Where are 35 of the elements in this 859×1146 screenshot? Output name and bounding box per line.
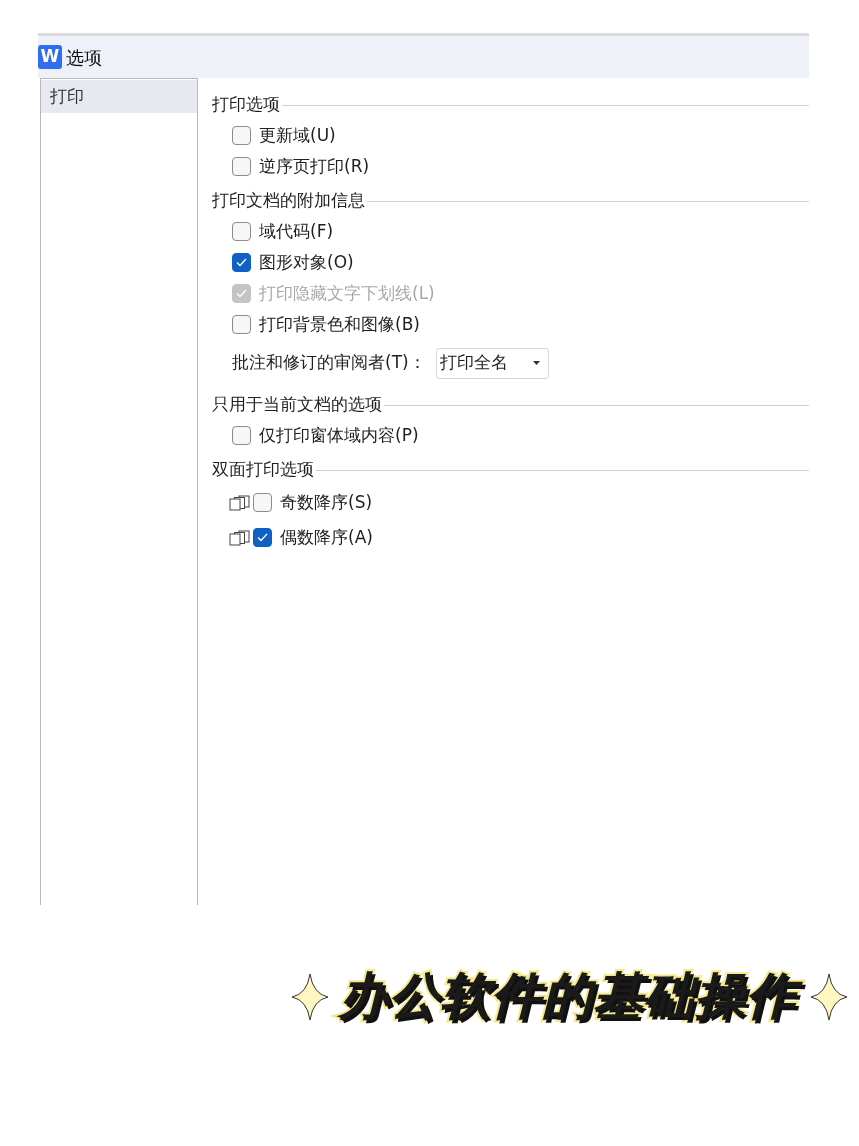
- dropdown-label: 批注和修订的审阅者(T)：: [232, 351, 426, 375]
- checkbox[interactable]: [232, 157, 251, 176]
- section-heading: 打印选项: [212, 93, 280, 117]
- app-logo: W: [38, 45, 62, 69]
- caption-title: 办公软件的基础操作: [330, 960, 809, 1033]
- checkbox[interactable]: [253, 493, 272, 512]
- checkbox-label: 逆序页打印(R): [259, 154, 370, 178]
- section-heading: 打印文档的附加信息: [212, 189, 365, 213]
- checkbox-label: 偶数降序(A): [280, 525, 373, 549]
- check-icon: [236, 258, 247, 267]
- pages-icon: [229, 529, 251, 546]
- checkbox[interactable]: [232, 253, 251, 272]
- sidebar-item[interactable]: 打印: [41, 80, 197, 113]
- checkbox[interactable]: [232, 222, 251, 241]
- checkbox[interactable]: [232, 126, 251, 145]
- checkbox[interactable]: [253, 528, 272, 547]
- checkbox-label: 打印背景色和图像(B): [259, 312, 420, 336]
- check-icon: [236, 289, 247, 298]
- checkbox-label: 图形对象(O): [259, 250, 354, 274]
- checkbox-label: 打印隐藏文字下划线(L): [259, 281, 435, 305]
- checkbox-label: 仅打印窗体域内容(P): [259, 423, 419, 447]
- caret-icon: [532, 361, 540, 365]
- reviewer-dropdown[interactable]: 打印全名: [435, 347, 549, 379]
- checkbox[interactable]: [232, 315, 251, 334]
- sparkle-icon: [809, 971, 849, 1022]
- window-title: 选项: [66, 45, 102, 70]
- checkbox-label: 更新域(U): [259, 123, 336, 147]
- section-heading: 双面打印选项: [212, 458, 314, 482]
- section-heading: 只用于当前文档的选项: [212, 393, 382, 417]
- pages-icon: [229, 494, 251, 511]
- checkbox[interactable]: [232, 426, 251, 445]
- sparkle-icon: [290, 971, 330, 1022]
- checkbox-label: 奇数降序(S): [280, 490, 373, 514]
- check-icon: [257, 533, 268, 542]
- checkbox-label: 域代码(F): [259, 219, 334, 243]
